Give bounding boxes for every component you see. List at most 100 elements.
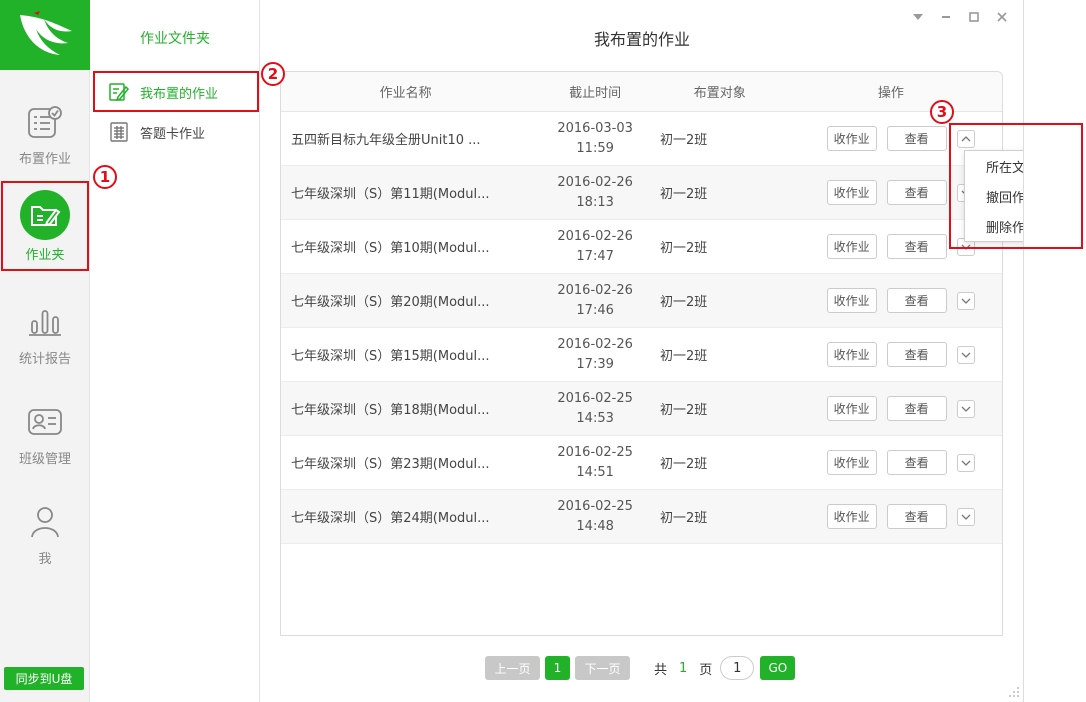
row-actions: 收作业 查看	[780, 490, 1002, 544]
deadline-time: 18:13	[576, 194, 614, 210]
folder-panel-title: 作业文件夹	[140, 31, 210, 47]
page-number-button[interactable]: 1	[545, 656, 570, 680]
target-class-label: 初一2班	[659, 241, 708, 256]
deadline: 2016-02-25 14:48	[530, 497, 660, 537]
target-class: 初一2班	[660, 453, 780, 472]
view-button[interactable]: 查看	[886, 503, 947, 529]
chevron-down-icon[interactable]	[956, 507, 975, 526]
chevron-down-icon[interactable]	[956, 345, 975, 364]
nav-label: 布置作业	[18, 152, 71, 167]
deadline: 2016-02-25 14:53	[530, 389, 660, 429]
deadline: 2016-03-03 11:59	[530, 119, 660, 159]
target-class: 初一2班	[660, 507, 780, 526]
row-actions: 收作业 查看	[780, 328, 1002, 382]
deadline-time: 14:53	[576, 410, 614, 426]
deadline-time: 14:51	[576, 464, 614, 480]
view-button[interactable]: 查看	[886, 233, 947, 259]
collect-homework-button[interactable]: 收作业	[826, 179, 877, 205]
nav-item-me[interactable]: 我	[0, 496, 90, 584]
chevron-up-icon[interactable]	[956, 129, 975, 148]
target-class-label: 初一2班	[659, 403, 708, 418]
homework-name: 七年级深圳（S）第23期(Modul...	[291, 457, 490, 472]
deadline-date: 2016-02-25	[557, 390, 633, 406]
deadline-time: 17:46	[576, 302, 614, 318]
collect-homework-button[interactable]: 收作业	[826, 287, 877, 313]
target-class: 初一2班	[660, 237, 780, 256]
view-button[interactable]: 查看	[886, 395, 947, 421]
nav-item-assign[interactable]: 布置作业	[0, 96, 90, 184]
chevron-down-icon[interactable]	[956, 399, 975, 418]
homework-name: 七年级深圳（S）第24期(Modul...	[291, 511, 490, 526]
sync-to-usb-button[interactable]: 同步到U盘	[4, 667, 84, 690]
class-card-icon	[25, 402, 65, 442]
table-row: 七年级深圳（S）第11期(Modul... 2016-02-26 18:13 初一2班…	[281, 166, 1002, 220]
view-button[interactable]: 查看	[886, 341, 947, 367]
collect-homework-button[interactable]: 收作业	[826, 125, 877, 151]
nav-item-folder[interactable]: 作业夹	[0, 184, 90, 270]
app-window: 布置作业 作业夹 统计报告 班级管理 我 同步到U盘 作业文件夹 我布置的作业 …	[0, 0, 1024, 702]
edit-document-icon	[108, 81, 130, 103]
nav-label: 作业夹	[25, 248, 65, 263]
column-header-name: 作业名称	[379, 86, 432, 101]
resize-grip-icon[interactable]	[1008, 686, 1020, 698]
table-body: 五四新目标九年级全册Unit10 ... 2016-03-03 11:59 初一2班收…	[281, 112, 1002, 544]
next-page-button[interactable]: 下一页	[575, 656, 630, 680]
view-button[interactable]: 查看	[886, 287, 947, 313]
deadline: 2016-02-26 18:13	[530, 173, 660, 213]
deadline-date: 2016-02-26	[557, 174, 633, 190]
total-prefix: 共	[654, 662, 668, 678]
target-class: 初一2班	[660, 345, 780, 364]
deadline-date: 2016-02-26	[557, 282, 633, 298]
row-action-menu: 所在文件夹 撤回作业 删除作业	[964, 150, 1023, 242]
collect-homework-button[interactable]: 收作业	[826, 341, 877, 367]
target-class: 初一2班	[660, 183, 780, 202]
collect-homework-button[interactable]: 收作业	[826, 503, 877, 529]
menu-item-withdraw[interactable]: 撤回作业	[965, 181, 1023, 211]
collect-homework-button[interactable]: 收作业	[826, 395, 877, 421]
row-actions: 收作业 查看	[780, 274, 1002, 328]
homework-name: 七年级深圳（S）第15期(Modul...	[291, 349, 490, 364]
chevron-down-icon[interactable]	[956, 453, 975, 472]
nav-label: 我	[38, 552, 52, 567]
target-class-label: 初一2班	[659, 187, 708, 202]
view-button[interactable]: 查看	[886, 449, 947, 475]
page-jump-input[interactable]	[720, 656, 755, 680]
view-button[interactable]: 查看	[886, 125, 947, 151]
dropdown-menu-icon[interactable]	[908, 8, 928, 26]
go-button[interactable]: GO	[760, 656, 796, 680]
homework-folder-icon	[20, 190, 70, 240]
table-header: 作业名称 截止时间 布置对象 操作	[281, 72, 1002, 112]
deadline-date: 2016-02-26	[557, 228, 633, 244]
nav-label: 班级管理	[18, 452, 71, 467]
nav-item-statistics[interactable]: 统计报告	[0, 296, 90, 384]
prev-page-button[interactable]: 上一页	[485, 656, 540, 680]
menu-item-folder-location[interactable]: 所在文件夹	[965, 151, 1023, 181]
deadline: 2016-02-26 17:46	[530, 281, 660, 321]
folder-item-answer-card[interactable]: 答题卡作业	[94, 114, 256, 150]
pagination: 上一页 1 下一页 共 1 页 GO	[485, 656, 796, 680]
answer-card-icon	[108, 121, 130, 143]
collect-homework-button[interactable]: 收作业	[826, 449, 877, 475]
deadline-time: 11:59	[576, 140, 614, 156]
chevron-down-icon[interactable]	[956, 291, 975, 310]
table-row: 七年级深圳（S）第20期(Modul... 2016-02-26 17:46 初一2班…	[281, 274, 1002, 328]
user-icon	[25, 502, 65, 542]
nav-item-class[interactable]: 班级管理	[0, 396, 90, 484]
homework-name: 七年级深圳（S）第18期(Modul...	[291, 403, 490, 418]
collect-homework-button[interactable]: 收作业	[826, 233, 877, 259]
maximize-icon[interactable]	[964, 8, 984, 26]
target-class: 初一2班	[660, 129, 780, 148]
close-icon[interactable]	[992, 8, 1012, 26]
deadline: 2016-02-26 17:39	[530, 335, 660, 375]
window-controls	[908, 8, 1012, 26]
deadline-date: 2016-02-25	[557, 498, 633, 514]
table-row: 七年级深圳（S）第15期(Modul... 2016-02-26 17:39 初一2班…	[281, 328, 1002, 382]
table-row: 七年级深圳（S）第23期(Modul... 2016-02-25 14:51 初一2班…	[281, 436, 1002, 490]
minimize-icon[interactable]	[936, 8, 956, 26]
page-title: 我布置的作业	[593, 30, 690, 49]
view-button[interactable]: 查看	[886, 179, 947, 205]
deadline-date: 2016-02-26	[557, 336, 633, 352]
table-row: 七年级深圳（S）第10期(Modul... 2016-02-26 17:47 初一2班…	[281, 220, 1002, 274]
folder-item-my-homework[interactable]: 我布置的作业	[94, 74, 256, 110]
menu-item-delete[interactable]: 删除作业	[965, 211, 1023, 241]
